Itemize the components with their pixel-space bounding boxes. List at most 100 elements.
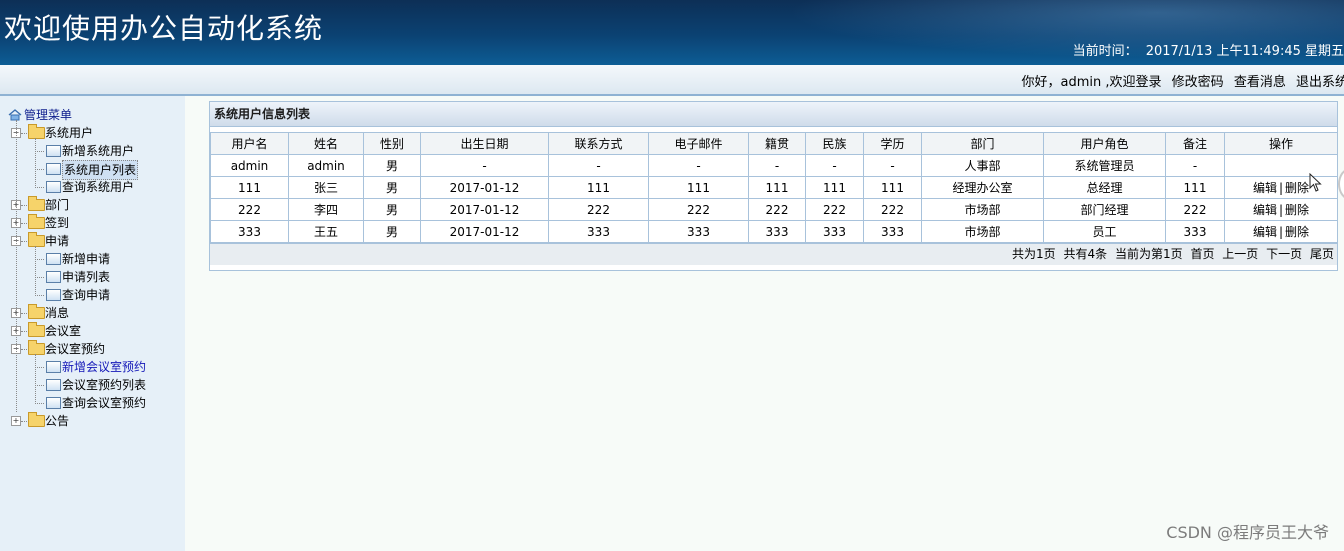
menu-item-label: 申请列表	[62, 270, 111, 284]
menu-root[interactable]: 管理菜单	[8, 106, 72, 124]
tree-connector	[35, 403, 44, 404]
greeting: 你好，admin ,欢迎登录	[1021, 75, 1162, 90]
scroll-edge-handle[interactable]	[1338, 168, 1344, 200]
tree-connector	[35, 277, 44, 278]
tree-connector	[35, 354, 36, 404]
tree-connector	[21, 349, 27, 350]
table-cell: 张三	[288, 176, 364, 199]
edit-link[interactable]: 编辑	[1253, 181, 1277, 195]
clock: 当前时间： 2017/1/13 上午11:49:45 星期五	[1073, 40, 1344, 59]
tree-connector	[21, 241, 27, 242]
tree-connector	[16, 120, 17, 412]
table-cell: 222	[1165, 198, 1225, 221]
table-cell: 222	[748, 198, 806, 221]
table-header-row: 用户名 姓名 性别 出生日期 联系方式 电子邮件 籍贯 民族 学历 部门 用户角色 备注 操作	[210, 132, 1338, 155]
folder-icon	[28, 196, 45, 211]
panel-title: 系统用户信息列表	[210, 102, 1337, 127]
delete-link[interactable]: 删除	[1285, 225, 1309, 239]
menu-item-label: 查询系统用户	[62, 180, 135, 194]
tree-connector	[21, 421, 27, 422]
header-banner: 欢迎使用办公自动化系统 当前时间： 2017/1/13 上午11:49:45 星期…	[0, 0, 1344, 65]
table-cell: 王五	[288, 220, 364, 243]
app-title: 欢迎使用办公自动化系统	[4, 12, 324, 45]
user-list-panel: 系统用户信息列表 用户名 姓名 性别 出生日期 联系方式 电子邮件 籍贯 民族 学历 部门 用户角色…	[209, 101, 1338, 271]
expand-icon[interactable]: +	[11, 416, 21, 426]
menu-group-label: 签到	[45, 216, 70, 230]
menu-item-label: 新增会议室预约	[62, 360, 147, 374]
menu-item[interactable]: 查询系统用户	[8, 178, 134, 196]
column-header: 电子邮件	[648, 132, 749, 155]
menu-item[interactable]: 会议室预约列表	[8, 376, 146, 394]
folder-icon	[28, 412, 45, 427]
page-icon	[46, 397, 61, 409]
delete-link[interactable]: 删除	[1285, 181, 1309, 195]
menu-group-label: 部门	[45, 198, 70, 212]
column-header: 部门	[921, 132, 1044, 155]
table-cell: -	[748, 154, 806, 177]
column-header: 出生日期	[420, 132, 549, 155]
menu-group-label: 会议室预约	[45, 342, 106, 356]
menu-item-label: 会议室预约列表	[62, 378, 147, 392]
table-cell: -	[420, 154, 549, 177]
menu-group-3[interactable]: − 申请	[8, 232, 72, 250]
page-icon	[46, 379, 61, 391]
column-header: 操作	[1224, 132, 1338, 155]
table-cell: 333	[805, 220, 864, 243]
menu-group-0[interactable]: − 系统用户	[8, 124, 93, 142]
menu-group-6[interactable]: − 会议室预约	[8, 340, 105, 358]
table-cell: admin	[288, 154, 364, 177]
table-cell: 男	[363, 154, 421, 177]
menu-root-label: 管理菜单	[24, 108, 73, 122]
tree-connector	[35, 246, 36, 296]
table-cell: -	[548, 154, 649, 177]
edit-link[interactable]: 编辑	[1253, 225, 1277, 239]
menu-group-label: 会议室	[45, 324, 82, 338]
action-separator: |	[1278, 203, 1284, 217]
table-cell: 总经理	[1043, 176, 1166, 199]
menu-item[interactable]: 新增申请	[8, 250, 110, 268]
user-bar: 你好，admin ,欢迎登录 修改密码 查看消息 退出系统	[0, 65, 1344, 96]
logout-link[interactable]: 退出系统	[1296, 75, 1344, 90]
table-cell: 111	[210, 176, 289, 199]
menu-item[interactable]: 申请列表	[8, 268, 110, 286]
column-header: 性别	[363, 132, 421, 155]
pager-first[interactable]: 首页	[1190, 247, 1214, 261]
pager-current-page: 当前为第1页	[1114, 247, 1183, 261]
menu-group-4[interactable]: + 消息	[8, 304, 72, 322]
edit-link[interactable]: 编辑	[1253, 203, 1277, 217]
delete-link[interactable]: 删除	[1285, 203, 1309, 217]
column-header: 籍贯	[748, 132, 806, 155]
pager-prev[interactable]: 上一页	[1222, 247, 1258, 261]
table-cell: 333	[863, 220, 922, 243]
menu-item[interactable]: 新增系统用户	[8, 142, 134, 160]
menu-item[interactable]: 系统用户列表	[8, 160, 139, 180]
menu-item-label: 新增申请	[62, 252, 111, 266]
tree-connector	[35, 385, 44, 386]
column-header: 民族	[805, 132, 864, 155]
menu-item[interactable]: 新增会议室预约	[8, 358, 146, 376]
page-icon	[46, 253, 61, 265]
pager-total-records: 共有4条	[1063, 247, 1108, 261]
table-cell: 222	[210, 198, 289, 221]
menu-group-2[interactable]: + 签到	[8, 214, 72, 232]
page-icon	[46, 181, 61, 193]
table-row: 333 王五男 2017-01-12 333 333 333 333 333 市场部 员工 333 编…	[210, 220, 1338, 243]
clock-value: 2017/1/13 上午11:49:45 星期五	[1145, 44, 1344, 59]
table-cell: 333	[648, 220, 749, 243]
tree-connector	[35, 169, 44, 170]
change-password-link[interactable]: 修改密码	[1172, 75, 1224, 90]
actions-cell: 编辑 | 删除	[1224, 198, 1338, 221]
column-header: 用户角色	[1043, 132, 1166, 155]
pager-next[interactable]: 下一页	[1266, 247, 1302, 261]
pager-last[interactable]: 尾页	[1310, 247, 1334, 261]
table-cell: 111	[1165, 176, 1225, 199]
table-row: admin admin 男 - - - - - - 人事部 系统管理员 -	[210, 154, 1338, 177]
view-messages-link[interactable]: 查看消息	[1234, 75, 1286, 90]
menu-group-7[interactable]: + 公告	[8, 412, 72, 430]
menu-group-1[interactable]: + 部门	[8, 196, 72, 214]
menu-item[interactable]: 查询申请	[8, 286, 110, 304]
menu-item[interactable]: 查询会议室预约	[8, 394, 146, 412]
menu-group-5[interactable]: + 会议室	[8, 322, 81, 340]
column-header: 姓名	[288, 132, 364, 155]
table-cell: 111	[805, 176, 864, 199]
